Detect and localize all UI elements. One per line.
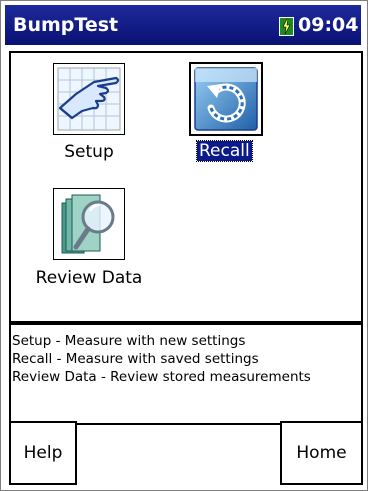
title-bar: BumpTest 09:04: [5, 5, 361, 45]
device-screen: BumpTest 09:04 Setup Recall Review Data …: [0, 0, 368, 491]
description-panel: Setup - Measure with new settings Recall…: [9, 323, 363, 425]
description-line: Recall - Measure with saved settings: [12, 351, 259, 367]
battery-charging-icon: [279, 17, 294, 36]
pointing-hand-grid-icon: [57, 67, 121, 131]
app-launcher: Setup Recall Review Data: [9, 51, 363, 323]
setup-app-icon[interactable]: [53, 63, 125, 135]
description-line: Setup - Measure with new settings: [12, 333, 246, 349]
app-title: BumpTest: [13, 14, 119, 36]
magnifier-book-icon: [61, 194, 115, 254]
home-button[interactable]: Home: [280, 421, 363, 485]
description-line: Review Data - Review stored measurements: [12, 369, 311, 385]
recall-label[interactable]: Recall: [196, 140, 253, 162]
review-data-app-icon[interactable]: [53, 188, 125, 260]
review-data-label[interactable]: Review Data: [31, 268, 147, 288]
help-button[interactable]: Help: [9, 421, 77, 485]
setup-label[interactable]: Setup: [59, 142, 119, 162]
clock: 09:04: [298, 14, 359, 36]
recall-app-icon[interactable]: [189, 62, 263, 136]
recall-arrow-icon: [194, 67, 258, 131]
